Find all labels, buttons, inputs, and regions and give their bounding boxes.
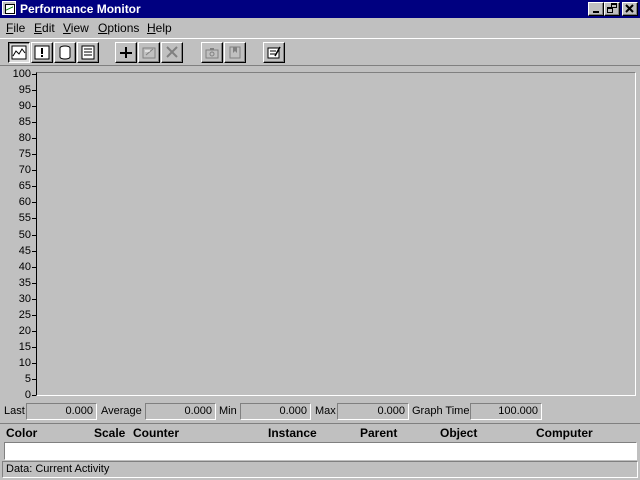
max-value: 0.000 [337,403,409,420]
chart-view-button[interactable] [8,42,30,63]
log-view-icon [59,45,71,60]
log-view-button[interactable] [54,42,76,63]
legend-col-counter: Counter [133,426,179,440]
max-label: Max [315,405,336,417]
minimize-button[interactable] [588,2,604,16]
graph-time-label: Graph Time [412,405,470,417]
menu-view[interactable]: View [63,21,89,35]
chart-svg [37,73,635,395]
y-tick-label: 75 [18,148,31,161]
report-view-icon [81,45,95,60]
legend-col-parent: Parent [360,426,398,440]
performance-monitor-window: Performance Monitor File Edit View Optio… [0,0,640,480]
update-now-button[interactable] [201,42,223,63]
delete-counter-icon [166,46,178,58]
update-now-icon [205,48,219,59]
graph-time-value: 100.000 [470,403,542,420]
bookmark-icon [229,46,241,59]
y-tick-label: 5 [24,372,31,385]
legend-list[interactable] [4,442,637,460]
options-icon [267,46,281,59]
average-label: Average [101,405,142,417]
bookmark-button[interactable] [224,42,246,63]
status-bar: Data: Current Activity [2,461,638,478]
legend-col-instance: Instance [268,426,317,440]
last-value: 0.000 [26,403,97,420]
legend-col-computer: Computer [536,426,593,440]
y-tick-label: 85 [18,116,31,129]
y-tick-label: 100 [12,68,31,80]
report-view-button[interactable] [77,42,99,63]
menu-help[interactable]: Help [147,21,172,35]
y-tick-label: 65 [18,180,31,193]
menu-edit[interactable]: Edit [34,21,55,35]
y-tick-label: 15 [18,340,31,353]
y-tick-label: 60 [18,196,31,209]
alert-view-button[interactable] [31,42,53,63]
edit-counter-button[interactable] [138,42,160,63]
y-tick-label: 0 [24,389,31,401]
restore-icon-back [607,7,613,13]
y-tick-label: 90 [18,100,31,113]
window-title: Performance Monitor [20,2,141,16]
y-tick-label: 95 [18,84,31,97]
y-tick-label: 40 [18,260,31,273]
y-tick-label: 70 [18,164,31,177]
y-tick-label: 45 [18,244,31,257]
y-tick-label: 10 [18,356,31,369]
last-label: Last [4,405,25,417]
options-button[interactable] [263,42,285,63]
average-value: 0.000 [145,403,216,420]
y-tick-label: 30 [18,292,31,305]
value-bar: Last 0.000 Average 0.000 Min 0.000 Max 0… [0,403,640,421]
minimize-icon [593,11,599,13]
min-value: 0.000 [240,403,311,420]
legend-col-color: Color [6,426,38,440]
y-tick-label: 80 [18,132,31,145]
y-tick-label: 25 [18,308,31,321]
y-tick-label: 35 [18,276,31,289]
menu-options[interactable]: Options [98,21,139,35]
chart-plot-area[interactable] [36,72,636,396]
min-label: Min [219,405,237,417]
restore-button[interactable] [604,2,620,16]
toolbar [0,38,640,66]
menu-file[interactable]: File [6,21,25,35]
add-counter-icon [120,47,132,58]
y-tick-label: 20 [18,324,31,337]
title-bar[interactable]: Performance Monitor [0,0,640,18]
delete-counter-button[interactable] [161,42,183,63]
add-counter-button[interactable] [115,42,137,63]
alert-view-icon [34,45,50,60]
close-icon [625,4,634,13]
close-button[interactable] [622,2,638,16]
edit-counter-icon [142,47,156,59]
legend-col-object: Object [440,426,478,440]
chart-view-icon [11,45,27,60]
legend-header: Color Scale Counter Instance Parent Obje… [0,423,640,441]
y-tick-label: 50 [18,228,31,241]
legend-col-scale: Scale [94,426,126,440]
menu-bar: File Edit View Options Help [0,19,640,37]
app-icon[interactable] [2,1,16,15]
y-tick-label: 55 [18,212,31,225]
